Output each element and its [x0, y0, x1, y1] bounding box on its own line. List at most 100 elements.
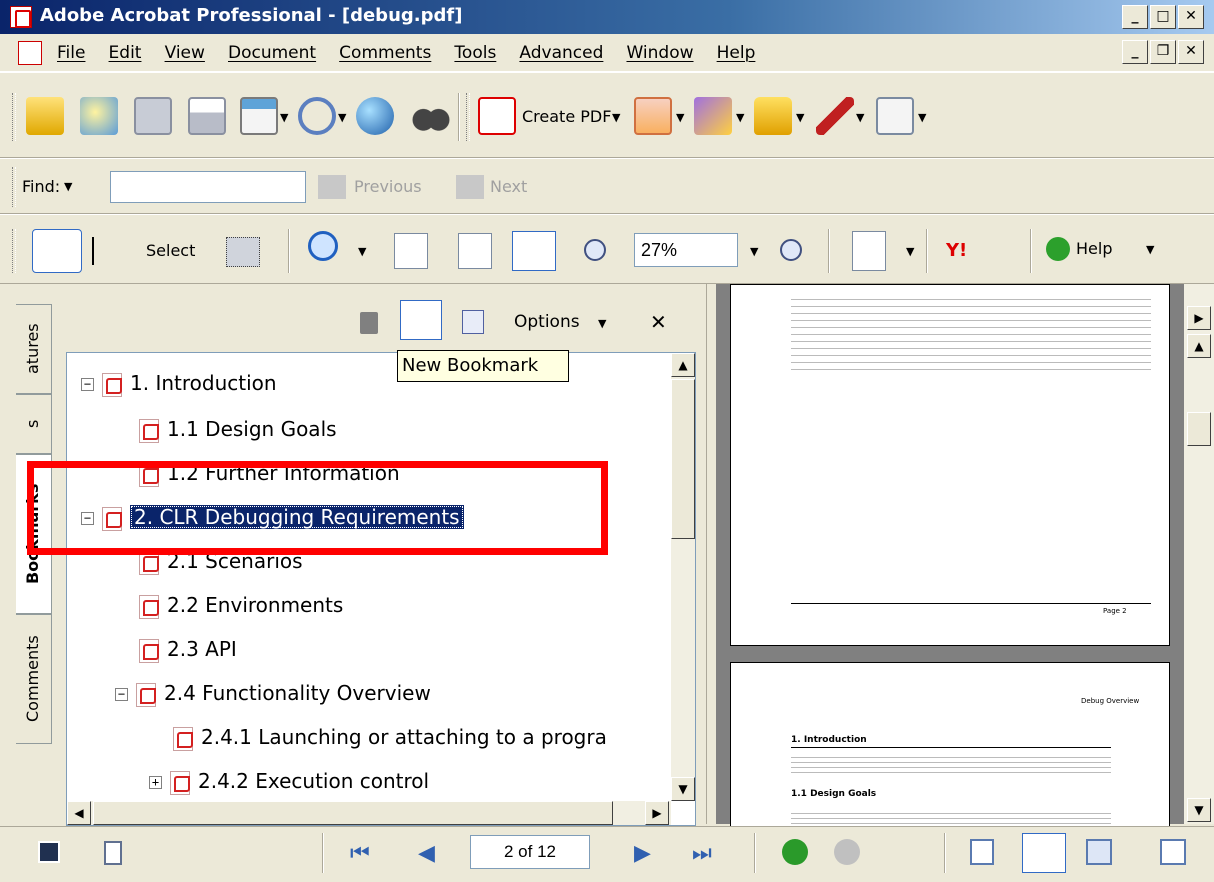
bookmark-item[interactable]: +2.4.2 Execution control: [149, 763, 429, 799]
menu-file[interactable]: File: [48, 34, 94, 72]
doc-scroll-up-icon[interactable]: ▲: [1187, 334, 1211, 358]
menu-advanced[interactable]: Advanced: [510, 34, 612, 72]
snapshot-icon[interactable]: [226, 237, 260, 267]
review-dropdown-icon[interactable]: ▼: [676, 111, 684, 124]
next-icon[interactable]: [456, 175, 484, 199]
create-pdf-label[interactable]: Create PDF: [522, 107, 611, 126]
bookmark-item[interactable]: − 2.4 Functionality Overview: [115, 675, 431, 711]
continuous-page-icon[interactable]: [1022, 833, 1066, 873]
document-vertical-scrollbar[interactable]: ▶ ▲ ▼: [1184, 284, 1214, 824]
tab-layers[interactable]: s: [16, 394, 52, 454]
forms-icon[interactable]: [694, 97, 732, 135]
fit-page-icon[interactable]: [458, 233, 492, 269]
zoom-level-input[interactable]: [634, 233, 738, 267]
minimize-button[interactable]: _: [1122, 5, 1148, 29]
zoom-plus-icon[interactable]: [780, 239, 802, 261]
menu-tools[interactable]: Tools: [445, 34, 505, 72]
web-search-icon[interactable]: [356, 97, 394, 135]
help-label[interactable]: Help: [1076, 239, 1112, 258]
monitor-icon[interactable]: [38, 841, 60, 863]
tab-comments[interactable]: Comments: [16, 614, 52, 744]
bookmark-item[interactable]: 2.4.1 Launching or attaching to a progra: [171, 719, 607, 755]
help-icon[interactable]: [1046, 237, 1070, 261]
maximize-button[interactable]: □: [1150, 5, 1176, 29]
go-back-icon[interactable]: [782, 839, 808, 865]
binoculars-icon[interactable]: [412, 97, 450, 135]
email-tray-icon[interactable]: [240, 97, 278, 135]
menu-window[interactable]: Window: [617, 34, 702, 72]
page-next-arrow-icon[interactable]: ▶: [1187, 306, 1211, 330]
forms-dropdown-icon[interactable]: ▼: [736, 111, 744, 124]
collapse-icon[interactable]: −: [115, 688, 128, 701]
tab-signatures[interactable]: atures: [16, 304, 52, 394]
page-layout-icon[interactable]: [104, 841, 122, 865]
bookmark-item[interactable]: 2.3 API: [137, 631, 237, 667]
save-icon[interactable]: [134, 97, 172, 135]
zoom-level-dropdown-icon[interactable]: ▼: [750, 245, 758, 258]
facing-pages-icon[interactable]: [1086, 839, 1112, 865]
close-button[interactable]: ✕: [1178, 5, 1204, 29]
document-icon[interactable]: [18, 41, 42, 65]
menu-comments[interactable]: Comments: [330, 34, 440, 72]
rotate-page-icon[interactable]: [852, 231, 886, 271]
sign-pen-icon[interactable]: [816, 97, 854, 135]
next-page-icon[interactable]: ▶: [634, 841, 651, 866]
menu-edit[interactable]: Edit: [100, 34, 151, 72]
bookmark-item[interactable]: 1.1 Design Goals: [137, 411, 337, 447]
scroll-right-icon[interactable]: ▶: [645, 801, 669, 825]
bookmark-item[interactable]: − 1. Introduction: [81, 365, 277, 401]
doc-minimize-button[interactable]: _: [1122, 40, 1148, 64]
expand-icon[interactable]: +: [149, 776, 162, 789]
previous-page-icon[interactable]: ◀: [418, 841, 435, 866]
secure-dropdown-icon[interactable]: ▼: [796, 111, 804, 124]
first-page-icon[interactable]: ⏮: [350, 841, 370, 866]
scroll-down-icon[interactable]: ▼: [671, 777, 695, 801]
doc-scroll-down-icon[interactable]: ▼: [1187, 798, 1211, 822]
page-number-input[interactable]: [470, 835, 590, 869]
zoom-in-icon[interactable]: [308, 231, 338, 261]
tree-horizontal-scrollbar[interactable]: ◀ ▶: [67, 801, 671, 825]
attach-dropdown-icon[interactable]: ▼: [338, 111, 346, 124]
advanced-editing-icon[interactable]: [876, 97, 914, 135]
select-cursor-icon[interactable]: [92, 237, 112, 265]
create-pdf-dropdown-icon[interactable]: ▼: [612, 111, 620, 124]
options-dropdown-icon[interactable]: ▼: [598, 317, 606, 330]
scroll-thumb[interactable]: [671, 379, 695, 539]
bookmark-item[interactable]: 2.2 Environments: [137, 587, 343, 623]
continuous-facing-icon[interactable]: [1160, 839, 1186, 865]
hand-tool-icon[interactable]: [32, 229, 82, 273]
options-label[interactable]: Options: [514, 312, 580, 332]
create-pdf-icon[interactable]: [478, 97, 516, 135]
tree-vertical-scrollbar[interactable]: ▲ ▼: [671, 353, 695, 801]
sign-dropdown-icon[interactable]: ▼: [856, 111, 864, 124]
previous-icon[interactable]: [318, 175, 346, 199]
panel-splitter[interactable]: [706, 284, 716, 824]
hscroll-thumb[interactable]: [93, 801, 613, 825]
previous-label[interactable]: Previous: [354, 177, 422, 196]
email-dropdown-icon[interactable]: ▼: [280, 111, 288, 124]
print-icon[interactable]: [188, 97, 226, 135]
expand-bookmark-icon[interactable]: [462, 310, 484, 334]
paperclip-icon[interactable]: [298, 97, 336, 135]
organizer-icon[interactable]: [80, 97, 118, 135]
actual-size-icon[interactable]: [394, 233, 428, 269]
open-icon[interactable]: [26, 97, 64, 135]
yahoo-toolbar-icon[interactable]: Y!: [946, 237, 1020, 265]
find-input[interactable]: [110, 171, 306, 203]
next-label[interactable]: Next: [490, 177, 527, 196]
help-dropdown-icon[interactable]: ▼: [1146, 243, 1154, 256]
find-dropdown-icon[interactable]: ▼: [64, 180, 72, 193]
menu-help[interactable]: Help: [708, 34, 765, 72]
delete-bookmark-icon[interactable]: [360, 312, 378, 334]
menu-view[interactable]: View: [156, 34, 214, 72]
secure-lock-icon[interactable]: [754, 97, 792, 135]
select-label[interactable]: Select: [146, 241, 195, 260]
close-panel-icon[interactable]: ✕: [650, 310, 667, 334]
single-page-icon[interactable]: [970, 839, 994, 865]
doc-close-button[interactable]: ✕: [1178, 40, 1204, 64]
fit-width-icon[interactable]: [512, 231, 556, 271]
scroll-left-icon[interactable]: ◀: [67, 801, 91, 825]
rotate-dropdown-icon[interactable]: ▼: [906, 245, 914, 258]
scroll-up-icon[interactable]: ▲: [671, 353, 695, 377]
doc-scroll-thumb[interactable]: [1187, 412, 1211, 446]
